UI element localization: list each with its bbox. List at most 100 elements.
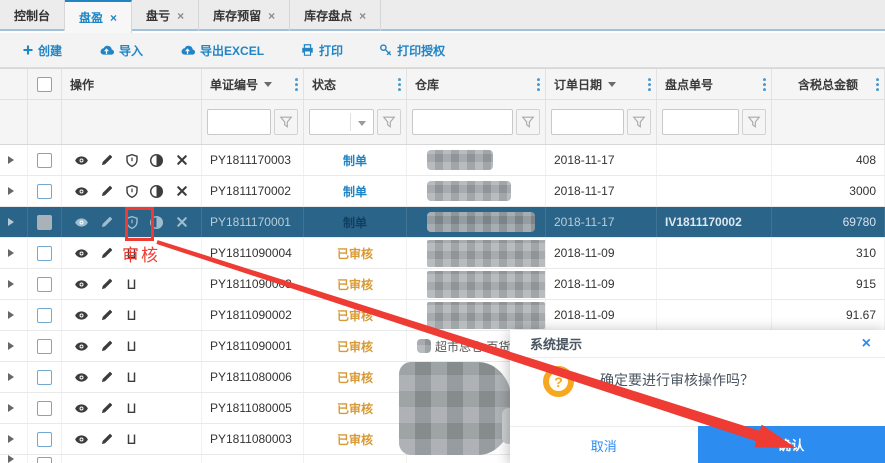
- filter-date-input[interactable]: [551, 109, 624, 135]
- eye-icon[interactable]: [74, 401, 89, 416]
- row-checkbox[interactable]: [37, 277, 52, 292]
- shield-icon[interactable]: [124, 184, 139, 199]
- column-menu-icon[interactable]: [876, 78, 879, 92]
- row-checkbox[interactable]: [37, 215, 52, 230]
- row-checkbox[interactable]: [37, 401, 52, 416]
- tab-close-icon[interactable]: ×: [177, 9, 184, 23]
- delete-icon[interactable]: [174, 215, 189, 230]
- pencil-icon[interactable]: [99, 215, 114, 230]
- filter-status-select[interactable]: [309, 109, 374, 135]
- eye-icon[interactable]: [74, 308, 89, 323]
- row-expander-icon[interactable]: [8, 373, 14, 381]
- pencil-icon[interactable]: [99, 401, 114, 416]
- row-expander-icon[interactable]: [8, 218, 14, 226]
- col-header-warehouse[interactable]: 仓库: [407, 69, 546, 99]
- row-checkbox[interactable]: [37, 457, 52, 463]
- table-row[interactable]: PY1811170003制单2018-11-17408: [0, 145, 885, 176]
- filter-warehouse-funnel-icon[interactable]: [516, 109, 540, 135]
- row-expander-icon[interactable]: [8, 187, 14, 195]
- eye-icon[interactable]: [74, 432, 89, 447]
- column-menu-icon[interactable]: [763, 78, 766, 92]
- filter-inv-funnel-icon[interactable]: [742, 109, 766, 135]
- row-checkbox[interactable]: [37, 153, 52, 168]
- row-expander-icon[interactable]: [8, 435, 14, 443]
- cancel-button[interactable]: 取消: [510, 427, 698, 463]
- pencil-icon[interactable]: [99, 432, 114, 447]
- eye-icon[interactable]: [74, 246, 89, 261]
- select-all-checkbox[interactable]: [37, 77, 52, 92]
- col-header-doc[interactable]: 单证编号: [202, 69, 304, 99]
- eye-icon[interactable]: [74, 184, 89, 199]
- row-expander-icon[interactable]: [8, 342, 14, 350]
- column-menu-icon[interactable]: [537, 78, 540, 92]
- toolbar-create-button[interactable]: 创建: [22, 42, 62, 59]
- row-expander-icon[interactable]: [8, 156, 14, 164]
- tab-close-icon[interactable]: ×: [110, 11, 117, 25]
- pencil-icon[interactable]: [99, 308, 114, 323]
- col-header-inv[interactable]: 盘点单号: [657, 69, 772, 99]
- row-checkbox[interactable]: [37, 432, 52, 447]
- eye-icon[interactable]: [74, 153, 89, 168]
- tab-stock-reserve[interactable]: 库存预留×: [199, 0, 290, 31]
- row-checkbox[interactable]: [37, 339, 52, 354]
- row-expander-icon[interactable]: [8, 404, 14, 412]
- row-checkbox[interactable]: [37, 246, 52, 261]
- filter-doc-funnel-icon[interactable]: [274, 109, 298, 135]
- unaudit-icon[interactable]: [124, 308, 139, 323]
- unaudit-icon[interactable]: [124, 370, 139, 385]
- table-row[interactable]: PY1811090003已审核2018-11-09915: [0, 269, 885, 300]
- col-header-ops[interactable]: 操作: [62, 69, 202, 99]
- tab-inventory-gain[interactable]: 盘盈×: [65, 0, 132, 33]
- confirm-button[interactable]: 确认: [698, 426, 885, 463]
- pencil-icon[interactable]: [99, 339, 114, 354]
- row-expander-icon[interactable]: [8, 311, 14, 319]
- row-expander-icon[interactable]: [8, 249, 14, 257]
- pencil-icon[interactable]: [99, 184, 114, 199]
- column-menu-icon[interactable]: [295, 78, 298, 92]
- sort-desc-icon[interactable]: [264, 82, 272, 87]
- column-menu-icon[interactable]: [648, 78, 651, 92]
- row-expander-icon[interactable]: [8, 455, 14, 463]
- eye-icon[interactable]: [74, 277, 89, 292]
- col-header-amount[interactable]: 含税总金额: [772, 69, 885, 99]
- unaudit-icon[interactable]: [124, 432, 139, 447]
- row-checkbox[interactable]: [37, 184, 52, 199]
- filter-inv-input[interactable]: [662, 109, 739, 135]
- filter-doc-input[interactable]: [207, 109, 271, 135]
- toolbar-print-button[interactable]: 打印: [300, 42, 343, 59]
- col-header-status[interactable]: 状态: [304, 69, 407, 99]
- pencil-icon[interactable]: [99, 246, 114, 261]
- tab-inventory-loss[interactable]: 盘亏×: [132, 0, 199, 31]
- unaudit-icon[interactable]: [124, 277, 139, 292]
- eye-icon[interactable]: [74, 215, 89, 230]
- pencil-icon[interactable]: [99, 277, 114, 292]
- eye-icon[interactable]: [74, 339, 89, 354]
- unaudit-icon[interactable]: [124, 339, 139, 354]
- toolbar-export-excel-button[interactable]: 导出EXCEL: [179, 42, 264, 59]
- sort-desc-icon[interactable]: [608, 82, 616, 87]
- filter-warehouse-input[interactable]: [412, 109, 513, 135]
- tab-stock-check[interactable]: 库存盘点×: [290, 0, 381, 31]
- row-checkbox[interactable]: [37, 308, 52, 323]
- delete-icon[interactable]: [174, 184, 189, 199]
- unaudit-icon[interactable]: [124, 401, 139, 416]
- tab-close-icon[interactable]: ×: [268, 9, 275, 23]
- pencil-icon[interactable]: [99, 370, 114, 385]
- pencil-icon[interactable]: [99, 153, 114, 168]
- toolbar-print-auth-button[interactable]: 打印授权: [379, 42, 445, 59]
- tab-close-icon[interactable]: ×: [359, 9, 366, 23]
- dialog-close-icon[interactable]: ×: [862, 336, 871, 352]
- tab-console[interactable]: 控制台: [0, 0, 65, 31]
- filter-date-funnel-icon[interactable]: [627, 109, 651, 135]
- eye-icon[interactable]: [74, 370, 89, 385]
- contrast-icon[interactable]: [149, 153, 164, 168]
- row-checkbox[interactable]: [37, 370, 52, 385]
- contrast-icon[interactable]: [149, 184, 164, 199]
- column-menu-icon[interactable]: [398, 78, 401, 92]
- toolbar-import-button[interactable]: 导入: [98, 42, 143, 59]
- row-expander-icon[interactable]: [8, 280, 14, 288]
- col-header-date[interactable]: 订单日期: [546, 69, 657, 99]
- table-row[interactable]: PY1811090002已审核2018-11-0991.67: [0, 300, 885, 331]
- shield-icon[interactable]: [124, 153, 139, 168]
- table-row[interactable]: PY1811170002制单2018-11-173000: [0, 176, 885, 207]
